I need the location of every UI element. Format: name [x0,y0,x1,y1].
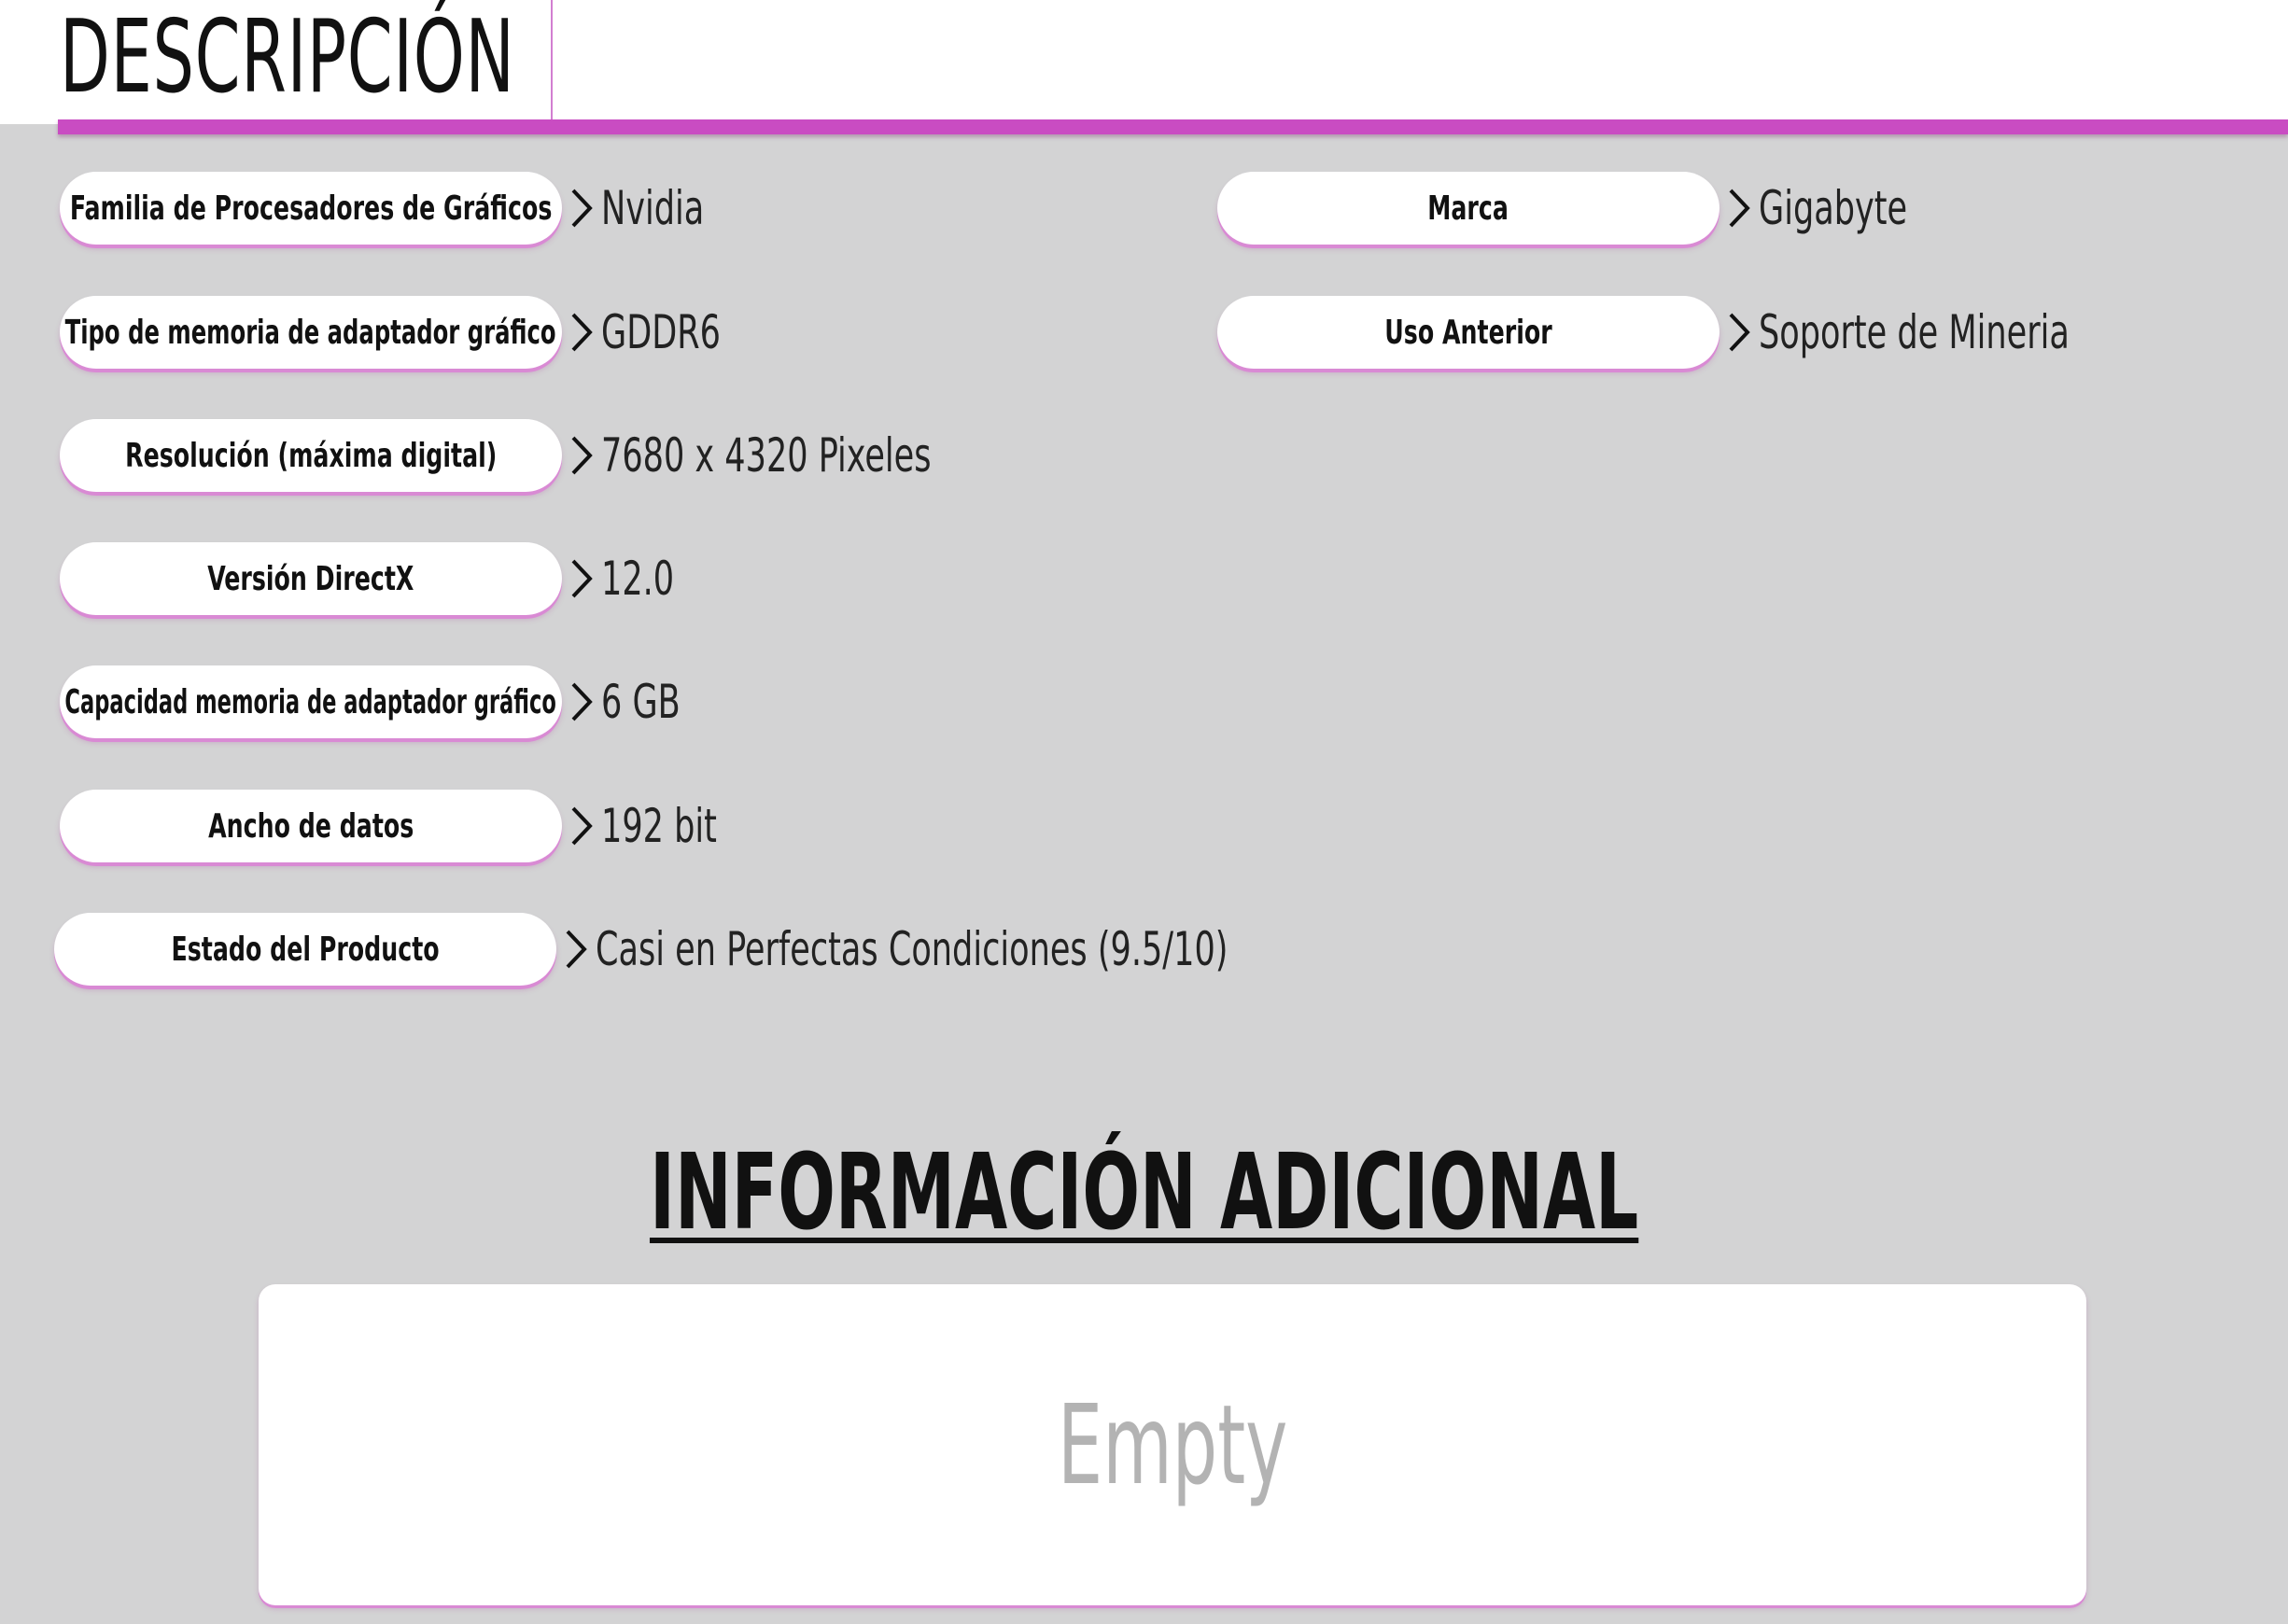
spec-label: Ancho de datos [207,806,414,846]
spec-value: Nvidia [601,181,705,235]
page-title: DESCRIPCIÓN [60,0,515,116]
spec-label: Versión DirectX [207,559,414,598]
spec-row-gpu-family: Familia de Procesadores de Gráficos Nvid… [60,172,1180,248]
chevron-right-icon [566,679,597,725]
spec-row-resolution: Resolución (máxima digital) 7680 x 4320 … [60,419,1180,496]
chevron-right-icon [1723,309,1755,356]
spec-label-pill: Tipo de memoria de adaptador gráfico [60,296,562,369]
spec-label-pill: Ancho de datos [60,790,562,862]
spec-value: GDDR6 [601,305,721,359]
spec-label-pill: Capacidad memoria de adaptador gráfico [60,665,562,738]
spec-label: Resolución (máxima digital) [124,436,498,475]
chevron-right-icon [1723,185,1755,231]
spec-label-pill: Familia de Procesadores de Gráficos [60,172,562,245]
additional-info-box: Empty [259,1284,2086,1605]
additional-info-empty-text: Empty [1057,1380,1288,1509]
additional-info-heading: INFORMACIÓN ADICIONAL [0,1127,2288,1258]
spec-label: Tipo de memoria de adaptador gráfico [65,313,556,352]
chevron-right-icon [566,432,597,479]
spec-row-previous-use: Uso Anterior Soporte de Mineria [1217,296,2244,372]
spec-row-product-condition: Estado del Producto Casi en Perfectas Co… [54,913,1268,989]
spec-value: 192 bit [601,799,717,853]
spec-row-memory-capacity: Capacidad memoria de adaptador gráfico 6… [60,665,1180,742]
chevron-right-icon [566,185,597,231]
spec-label: Uso Anterior [1384,313,1552,352]
spec-value: 12.0 [601,552,675,606]
chevron-right-icon [566,555,597,602]
chevron-right-icon [566,803,597,849]
spec-label-pill: Resolución (máxima digital) [60,419,562,492]
spec-value: Gigabyte [1759,181,1908,235]
spec-value: 6 GB [601,675,681,729]
spec-label-pill: Versión DirectX [60,542,562,615]
additional-info-title: INFORMACIÓN ADICIONAL [649,1132,1639,1253]
spec-value: 7680 x 4320 Pixeles [601,428,932,483]
spec-row-memory-type: Tipo de memoria de adaptador gráfico GDD… [60,296,1180,372]
spec-label-pill: Estado del Producto [54,913,556,986]
header-accent-bar [58,119,2288,134]
spec-label: Familia de Procesadores de Gráficos [69,189,553,228]
spec-label: Capacidad memoria de adaptador gráfico [64,682,557,721]
spec-row-data-width: Ancho de datos 192 bit [60,790,1180,866]
spec-label-pill: Uso Anterior [1217,296,1720,369]
spec-label: Estado del Producto [171,930,440,969]
spec-row-brand: Marca Gigabyte [1217,172,2244,248]
chevron-right-icon [560,926,592,973]
spec-value: Soporte de Mineria [1759,305,2070,359]
spec-row-directx: Versión DirectX 12.0 [60,542,1180,619]
spec-label-pill: Marca [1217,172,1720,245]
spec-value: Casi en Perfectas Condiciones (9.5/10) [596,922,1228,976]
chevron-right-icon [566,309,597,356]
header-title-box: DESCRIPCIÓN [56,0,553,119]
spec-label: Marca [1427,189,1509,228]
